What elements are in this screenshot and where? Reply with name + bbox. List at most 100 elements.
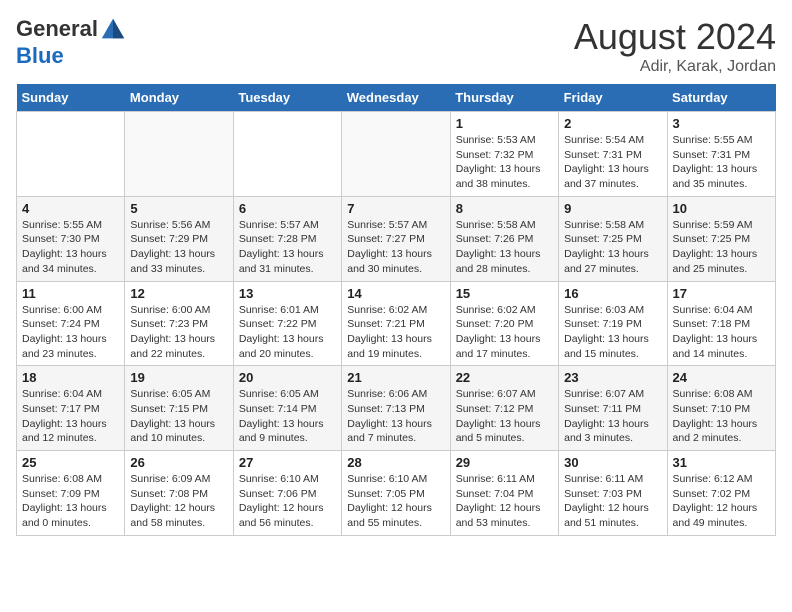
logo-blue: Blue — [16, 43, 64, 68]
calendar-cell: 15 Sunrise: 6:02 AM Sunset: 7:20 PM Dayl… — [450, 281, 558, 366]
day-number: 18 — [22, 370, 119, 385]
day-number: 22 — [456, 370, 553, 385]
day-info: Sunrise: 6:07 AM Sunset: 7:12 PM Dayligh… — [456, 387, 553, 446]
day-number: 25 — [22, 455, 119, 470]
calendar-cell: 24 Sunrise: 6:08 AM Sunset: 7:10 PM Dayl… — [667, 366, 775, 451]
location-title: Adir, Karak, Jordan — [574, 58, 776, 76]
day-info: Sunrise: 6:05 AM Sunset: 7:15 PM Dayligh… — [130, 387, 227, 446]
day-info: Sunrise: 6:08 AM Sunset: 7:10 PM Dayligh… — [673, 387, 770, 446]
day-info: Sunrise: 6:00 AM Sunset: 7:24 PM Dayligh… — [22, 303, 119, 362]
calendar-cell: 19 Sunrise: 6:05 AM Sunset: 7:15 PM Dayl… — [125, 366, 233, 451]
title-block: August 2024 Adir, Karak, Jordan — [574, 16, 776, 76]
day-info: Sunrise: 6:00 AM Sunset: 7:23 PM Dayligh… — [130, 303, 227, 362]
calendar-cell: 13 Sunrise: 6:01 AM Sunset: 7:22 PM Dayl… — [233, 281, 341, 366]
day-info: Sunrise: 6:11 AM Sunset: 7:03 PM Dayligh… — [564, 472, 661, 531]
day-info: Sunrise: 6:11 AM Sunset: 7:04 PM Dayligh… — [456, 472, 553, 531]
logo-icon — [99, 16, 127, 44]
day-number: 27 — [239, 455, 336, 470]
day-info: Sunrise: 5:58 AM Sunset: 7:25 PM Dayligh… — [564, 218, 661, 277]
calendar-cell: 18 Sunrise: 6:04 AM Sunset: 7:17 PM Dayl… — [17, 366, 125, 451]
weekday-header: Thursday — [450, 84, 558, 112]
day-number: 5 — [130, 201, 227, 216]
day-number: 13 — [239, 286, 336, 301]
weekday-header: Wednesday — [342, 84, 450, 112]
calendar-week-row: 11 Sunrise: 6:00 AM Sunset: 7:24 PM Dayl… — [17, 281, 776, 366]
day-number: 31 — [673, 455, 770, 470]
day-info: Sunrise: 5:57 AM Sunset: 7:27 PM Dayligh… — [347, 218, 444, 277]
logo: General Blue — [16, 16, 128, 68]
day-info: Sunrise: 6:04 AM Sunset: 7:18 PM Dayligh… — [673, 303, 770, 362]
calendar-cell: 26 Sunrise: 6:09 AM Sunset: 7:08 PM Dayl… — [125, 451, 233, 536]
day-number: 20 — [239, 370, 336, 385]
day-number: 7 — [347, 201, 444, 216]
calendar-cell: 2 Sunrise: 5:54 AM Sunset: 7:31 PM Dayli… — [559, 112, 667, 197]
day-info: Sunrise: 6:02 AM Sunset: 7:21 PM Dayligh… — [347, 303, 444, 362]
day-number: 16 — [564, 286, 661, 301]
calendar-cell: 31 Sunrise: 6:12 AM Sunset: 7:02 PM Dayl… — [667, 451, 775, 536]
day-info: Sunrise: 5:57 AM Sunset: 7:28 PM Dayligh… — [239, 218, 336, 277]
day-number: 2 — [564, 116, 661, 131]
day-number: 8 — [456, 201, 553, 216]
day-number: 10 — [673, 201, 770, 216]
calendar-cell: 22 Sunrise: 6:07 AM Sunset: 7:12 PM Dayl… — [450, 366, 558, 451]
calendar-cell: 9 Sunrise: 5:58 AM Sunset: 7:25 PM Dayli… — [559, 196, 667, 281]
calendar-cell: 1 Sunrise: 5:53 AM Sunset: 7:32 PM Dayli… — [450, 112, 558, 197]
day-number: 1 — [456, 116, 553, 131]
logo-general: General — [16, 16, 98, 41]
calendar-cell: 8 Sunrise: 5:58 AM Sunset: 7:26 PM Dayli… — [450, 196, 558, 281]
day-info: Sunrise: 5:55 AM Sunset: 7:30 PM Dayligh… — [22, 218, 119, 277]
day-number: 12 — [130, 286, 227, 301]
day-number: 3 — [673, 116, 770, 131]
day-info: Sunrise: 5:53 AM Sunset: 7:32 PM Dayligh… — [456, 133, 553, 192]
calendar-cell: 21 Sunrise: 6:06 AM Sunset: 7:13 PM Dayl… — [342, 366, 450, 451]
day-info: Sunrise: 6:09 AM Sunset: 7:08 PM Dayligh… — [130, 472, 227, 531]
day-number: 6 — [239, 201, 336, 216]
day-info: Sunrise: 6:06 AM Sunset: 7:13 PM Dayligh… — [347, 387, 444, 446]
calendar-cell: 4 Sunrise: 5:55 AM Sunset: 7:30 PM Dayli… — [17, 196, 125, 281]
calendar-week-row: 18 Sunrise: 6:04 AM Sunset: 7:17 PM Dayl… — [17, 366, 776, 451]
calendar-cell: 17 Sunrise: 6:04 AM Sunset: 7:18 PM Dayl… — [667, 281, 775, 366]
day-info: Sunrise: 5:58 AM Sunset: 7:26 PM Dayligh… — [456, 218, 553, 277]
day-number: 14 — [347, 286, 444, 301]
day-number: 17 — [673, 286, 770, 301]
calendar-cell: 20 Sunrise: 6:05 AM Sunset: 7:14 PM Dayl… — [233, 366, 341, 451]
calendar-table: SundayMondayTuesdayWednesdayThursdayFrid… — [16, 84, 776, 536]
weekday-header: Friday — [559, 84, 667, 112]
day-number: 21 — [347, 370, 444, 385]
calendar-cell — [233, 112, 341, 197]
month-title: August 2024 — [574, 16, 776, 58]
calendar-cell — [342, 112, 450, 197]
calendar-cell: 7 Sunrise: 5:57 AM Sunset: 7:27 PM Dayli… — [342, 196, 450, 281]
day-number: 26 — [130, 455, 227, 470]
calendar-cell: 28 Sunrise: 6:10 AM Sunset: 7:05 PM Dayl… — [342, 451, 450, 536]
day-info: Sunrise: 6:07 AM Sunset: 7:11 PM Dayligh… — [564, 387, 661, 446]
weekday-header-row: SundayMondayTuesdayWednesdayThursdayFrid… — [17, 84, 776, 112]
weekday-header: Saturday — [667, 84, 775, 112]
calendar-cell: 10 Sunrise: 5:59 AM Sunset: 7:25 PM Dayl… — [667, 196, 775, 281]
calendar-week-row: 1 Sunrise: 5:53 AM Sunset: 7:32 PM Dayli… — [17, 112, 776, 197]
calendar-cell: 11 Sunrise: 6:00 AM Sunset: 7:24 PM Dayl… — [17, 281, 125, 366]
day-info: Sunrise: 6:05 AM Sunset: 7:14 PM Dayligh… — [239, 387, 336, 446]
day-number: 9 — [564, 201, 661, 216]
weekday-header: Monday — [125, 84, 233, 112]
day-info: Sunrise: 5:59 AM Sunset: 7:25 PM Dayligh… — [673, 218, 770, 277]
day-info: Sunrise: 5:55 AM Sunset: 7:31 PM Dayligh… — [673, 133, 770, 192]
calendar-cell: 29 Sunrise: 6:11 AM Sunset: 7:04 PM Dayl… — [450, 451, 558, 536]
calendar-cell: 6 Sunrise: 5:57 AM Sunset: 7:28 PM Dayli… — [233, 196, 341, 281]
calendar-cell: 16 Sunrise: 6:03 AM Sunset: 7:19 PM Dayl… — [559, 281, 667, 366]
page-header: General Blue August 2024 Adir, Karak, Jo… — [16, 16, 776, 76]
day-info: Sunrise: 6:04 AM Sunset: 7:17 PM Dayligh… — [22, 387, 119, 446]
day-number: 29 — [456, 455, 553, 470]
day-number: 23 — [564, 370, 661, 385]
day-info: Sunrise: 6:08 AM Sunset: 7:09 PM Dayligh… — [22, 472, 119, 531]
day-info: Sunrise: 6:01 AM Sunset: 7:22 PM Dayligh… — [239, 303, 336, 362]
day-info: Sunrise: 6:12 AM Sunset: 7:02 PM Dayligh… — [673, 472, 770, 531]
calendar-cell: 23 Sunrise: 6:07 AM Sunset: 7:11 PM Dayl… — [559, 366, 667, 451]
calendar-cell: 14 Sunrise: 6:02 AM Sunset: 7:21 PM Dayl… — [342, 281, 450, 366]
day-number: 28 — [347, 455, 444, 470]
day-info: Sunrise: 6:02 AM Sunset: 7:20 PM Dayligh… — [456, 303, 553, 362]
calendar-week-row: 4 Sunrise: 5:55 AM Sunset: 7:30 PM Dayli… — [17, 196, 776, 281]
calendar-cell: 30 Sunrise: 6:11 AM Sunset: 7:03 PM Dayl… — [559, 451, 667, 536]
calendar-week-row: 25 Sunrise: 6:08 AM Sunset: 7:09 PM Dayl… — [17, 451, 776, 536]
calendar-cell — [125, 112, 233, 197]
